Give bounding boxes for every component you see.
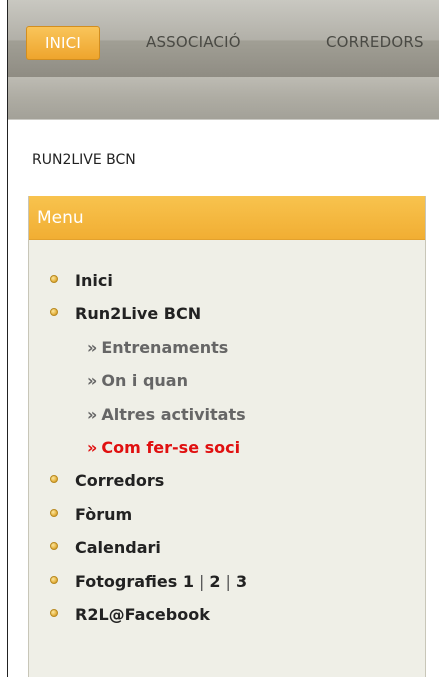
top-navigation-bar: INICI ASSOCIACIÓ CORREDORS — [8, 0, 439, 78]
yellow-dot-icon — [50, 475, 58, 484]
double-chevron-right-icon: » — [87, 337, 98, 357]
submenu-item-com-fer-se-soci[interactable]: » Com fer-se soci — [29, 431, 425, 464]
submenu-item-label: Com fer-se soci — [101, 437, 241, 457]
photo-page-link-2[interactable]: 2 — [209, 572, 220, 591]
yellow-dot-icon — [50, 308, 58, 317]
menu-item-label: Fotografies — [75, 571, 178, 591]
page-frame: INICI ASSOCIACIÓ CORREDORS RUN2LIVE BCN … — [7, 0, 439, 677]
double-chevron-right-icon: » — [87, 404, 98, 424]
menu-item-calendari[interactable]: Calendari — [29, 531, 425, 564]
submenu-item-altres-activitats[interactable]: » Altres activitats — [29, 398, 425, 431]
menu-panel: Menu Inici Run2Live BCN » Entrenaments » O… — [28, 196, 426, 677]
menu-item-label: R2L@Facebook — [75, 604, 210, 624]
link-separator: | — [199, 571, 205, 591]
menu-item-label: Inici — [75, 271, 113, 290]
menu-item-label: Corredors — [75, 471, 165, 491]
tab-associacio[interactable]: ASSOCIACIÓ — [146, 26, 241, 58]
site-title: RUN2LIVE BCN — [32, 152, 136, 168]
menu-item-inici[interactable]: Inici — [29, 264, 425, 297]
double-chevron-right-icon: » — [87, 437, 98, 457]
menu-header: Menu — [29, 196, 425, 240]
menu-item-corredors[interactable]: Corredors — [29, 464, 425, 497]
menu-item-label: Run2Live BCN — [75, 304, 202, 324]
tab-corredors[interactable]: CORREDORS — [326, 26, 424, 58]
double-chevron-right-icon: » — [87, 371, 98, 391]
yellow-dot-icon — [50, 608, 58, 617]
submenu-item-label: On i quan — [101, 371, 188, 391]
menu-item-run2live-bcn[interactable]: Run2Live BCN — [29, 297, 425, 330]
yellow-dot-icon — [50, 575, 58, 584]
link-separator: | — [225, 571, 231, 591]
menu-item-fotografies: Fotografies 1 | 2 | 3 — [29, 565, 425, 598]
yellow-dot-icon — [50, 508, 58, 517]
menu-item-forum[interactable]: Fòrum — [29, 498, 425, 531]
submenu-item-entrenaments[interactable]: » Entrenaments — [29, 331, 425, 364]
photo-page-link-3[interactable]: 3 — [236, 572, 247, 591]
menu-item-label: Calendari — [75, 538, 161, 558]
menu-item-r2l-facebook[interactable]: R2L@Facebook — [29, 598, 425, 631]
submenu-item-label: Entrenaments — [101, 337, 229, 357]
photo-page-link-1[interactable]: 1 — [183, 572, 194, 591]
yellow-dot-icon — [50, 275, 58, 283]
tab-inici[interactable]: INICI — [26, 26, 100, 60]
menu-item-label: Fòrum — [75, 504, 133, 524]
submenu-item-on-i-quan[interactable]: » On i quan — [29, 364, 425, 397]
submenu-item-label: Altres activitats — [101, 404, 246, 424]
menu-list: Inici Run2Live BCN » Entrenaments » On i q… — [29, 264, 425, 631]
navigation-subband — [8, 77, 439, 120]
yellow-dot-icon — [50, 542, 58, 551]
